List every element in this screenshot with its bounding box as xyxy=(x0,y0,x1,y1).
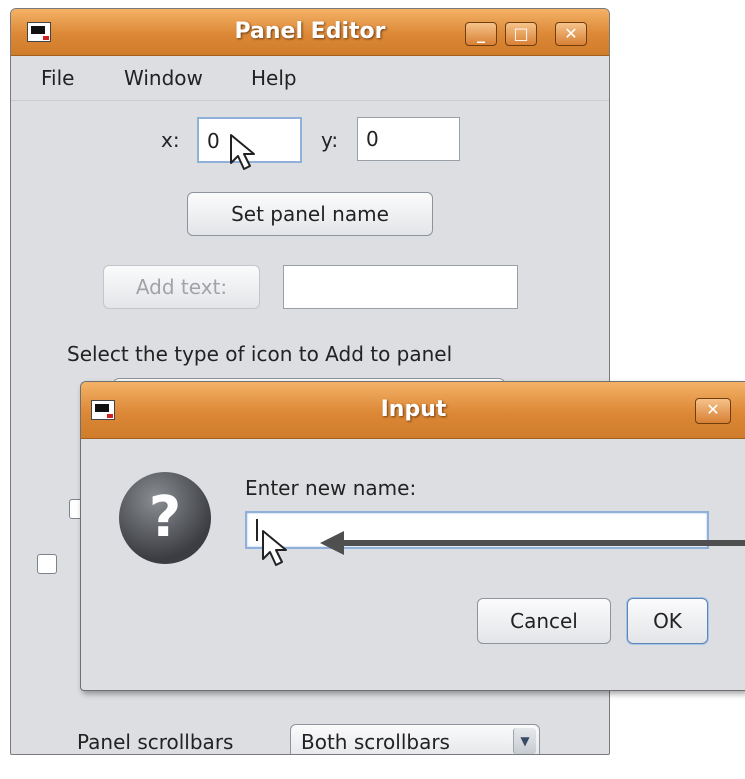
ok-button[interactable]: OK xyxy=(627,598,708,644)
close-button[interactable]: ✕ xyxy=(555,22,587,46)
menu-window[interactable]: Window xyxy=(124,66,203,90)
scrollbars-select[interactable]: Both scrollbars ▼ xyxy=(290,724,540,754)
set-panel-name-button[interactable]: Set panel name xyxy=(187,192,433,236)
dialog-prompt: Enter new name: xyxy=(245,476,417,500)
cancel-button[interactable]: Cancel xyxy=(477,598,611,644)
mouse-cursor-icon xyxy=(262,530,287,566)
scrollbars-label: Panel scrollbars xyxy=(77,730,234,754)
text-caret xyxy=(256,519,258,541)
y-input[interactable]: 0 xyxy=(357,117,460,161)
menu-bar: File Window Help xyxy=(11,56,609,101)
input-dialog: Input ✕ ? Enter new name: Cancel OK xyxy=(80,381,745,691)
dialog-title: Input xyxy=(380,397,447,422)
menu-help[interactable]: Help xyxy=(251,66,297,90)
dialog-close-button[interactable]: ✕ xyxy=(695,398,731,424)
add-text-button[interactable]: Add text: xyxy=(103,265,260,309)
minimize-button[interactable]: _ xyxy=(465,22,497,46)
annotation-arrow-line xyxy=(340,540,745,546)
title-bar[interactable]: Panel Editor _ □ ✕ xyxy=(11,9,609,56)
dialog-title-bar[interactable]: Input ✕ xyxy=(81,382,745,439)
annotation-arrow-head xyxy=(320,531,344,555)
add-text-input[interactable] xyxy=(283,265,518,309)
checkbox-2[interactable] xyxy=(37,554,57,574)
x-label: x: xyxy=(161,128,180,152)
icon-type-prompt: Select the type of icon to Add to panel xyxy=(67,342,453,366)
y-label: y: xyxy=(321,128,339,152)
scrollbars-select-value: Both scrollbars xyxy=(301,730,450,754)
question-icon: ? xyxy=(119,472,211,564)
chevron-down-icon[interactable]: ▼ xyxy=(513,728,536,754)
mouse-cursor-icon xyxy=(230,134,255,170)
maximize-button[interactable]: □ xyxy=(505,22,537,46)
menu-file[interactable]: File xyxy=(41,66,74,90)
